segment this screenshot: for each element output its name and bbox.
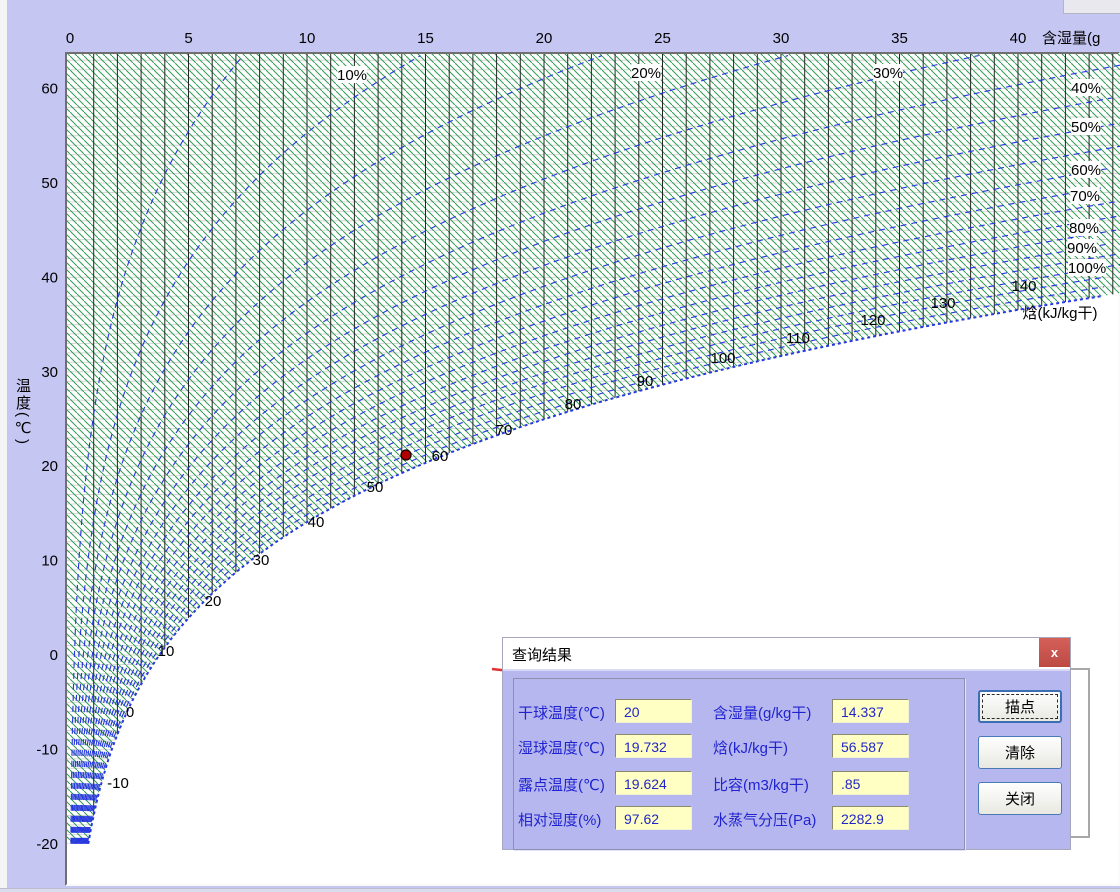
dew-point-temp-label: 露点温度(℃) <box>518 777 605 794</box>
vapor-pressure-label: 水蒸气分压(Pa) <box>713 812 817 829</box>
close-button[interactable]: 关闭 <box>978 782 1062 815</box>
specific-volume-label: 比容(m3/kg干) <box>713 777 809 794</box>
dew-point-temp-field[interactable] <box>615 771 692 795</box>
clear-button[interactable]: 清除 <box>978 736 1062 769</box>
wet-bulb-temp-label: 湿球温度(℃) <box>518 740 605 757</box>
window-bottom-edge <box>0 888 1120 892</box>
dialog-titlebar[interactable]: 查询结果 x <box>503 638 1070 669</box>
enthalpy-field[interactable] <box>832 734 909 758</box>
moisture-content-field[interactable] <box>832 699 909 723</box>
window-top-right-corner <box>1063 0 1120 14</box>
vapor-pressure-field[interactable] <box>832 806 909 830</box>
plot-point-button[interactable]: 描点 <box>978 690 1062 723</box>
relative-humidity-label: 相对湿度(%) <box>518 812 602 829</box>
screen-left-edge <box>0 0 8 891</box>
dry-bulb-temp-label: 干球温度(℃) <box>518 705 605 722</box>
moisture-content-label: 含湿量(g/kg干) <box>713 705 812 722</box>
dry-bulb-temp-field[interactable] <box>615 699 692 723</box>
enthalpy-label: 焓(kJ/kg干) <box>713 740 789 757</box>
dialog-body: 干球温度(℃) 湿球温度(℃) 露点温度(℃) 相对湿度(%) 含湿量(g/kg… <box>503 669 1070 850</box>
y-axis-title: 温度(℃) <box>14 378 31 446</box>
relative-humidity-field[interactable] <box>615 806 692 830</box>
wet-bulb-temp-field[interactable] <box>615 734 692 758</box>
specific-volume-field[interactable] <box>832 771 909 795</box>
dialog-title: 查询结果 <box>512 647 573 664</box>
app-window: 10% 20% 30% 40% 50% 60% 70% 80% 90% 100% -10 0 10 20 3… <box>0 0 1120 892</box>
close-icon[interactable]: x <box>1039 638 1070 667</box>
query-result-dialog: 查询结果 x 干球温度(℃) 湿球温度(℃) 露点温度(℃) 相对湿度(%) 含… <box>503 638 1070 850</box>
